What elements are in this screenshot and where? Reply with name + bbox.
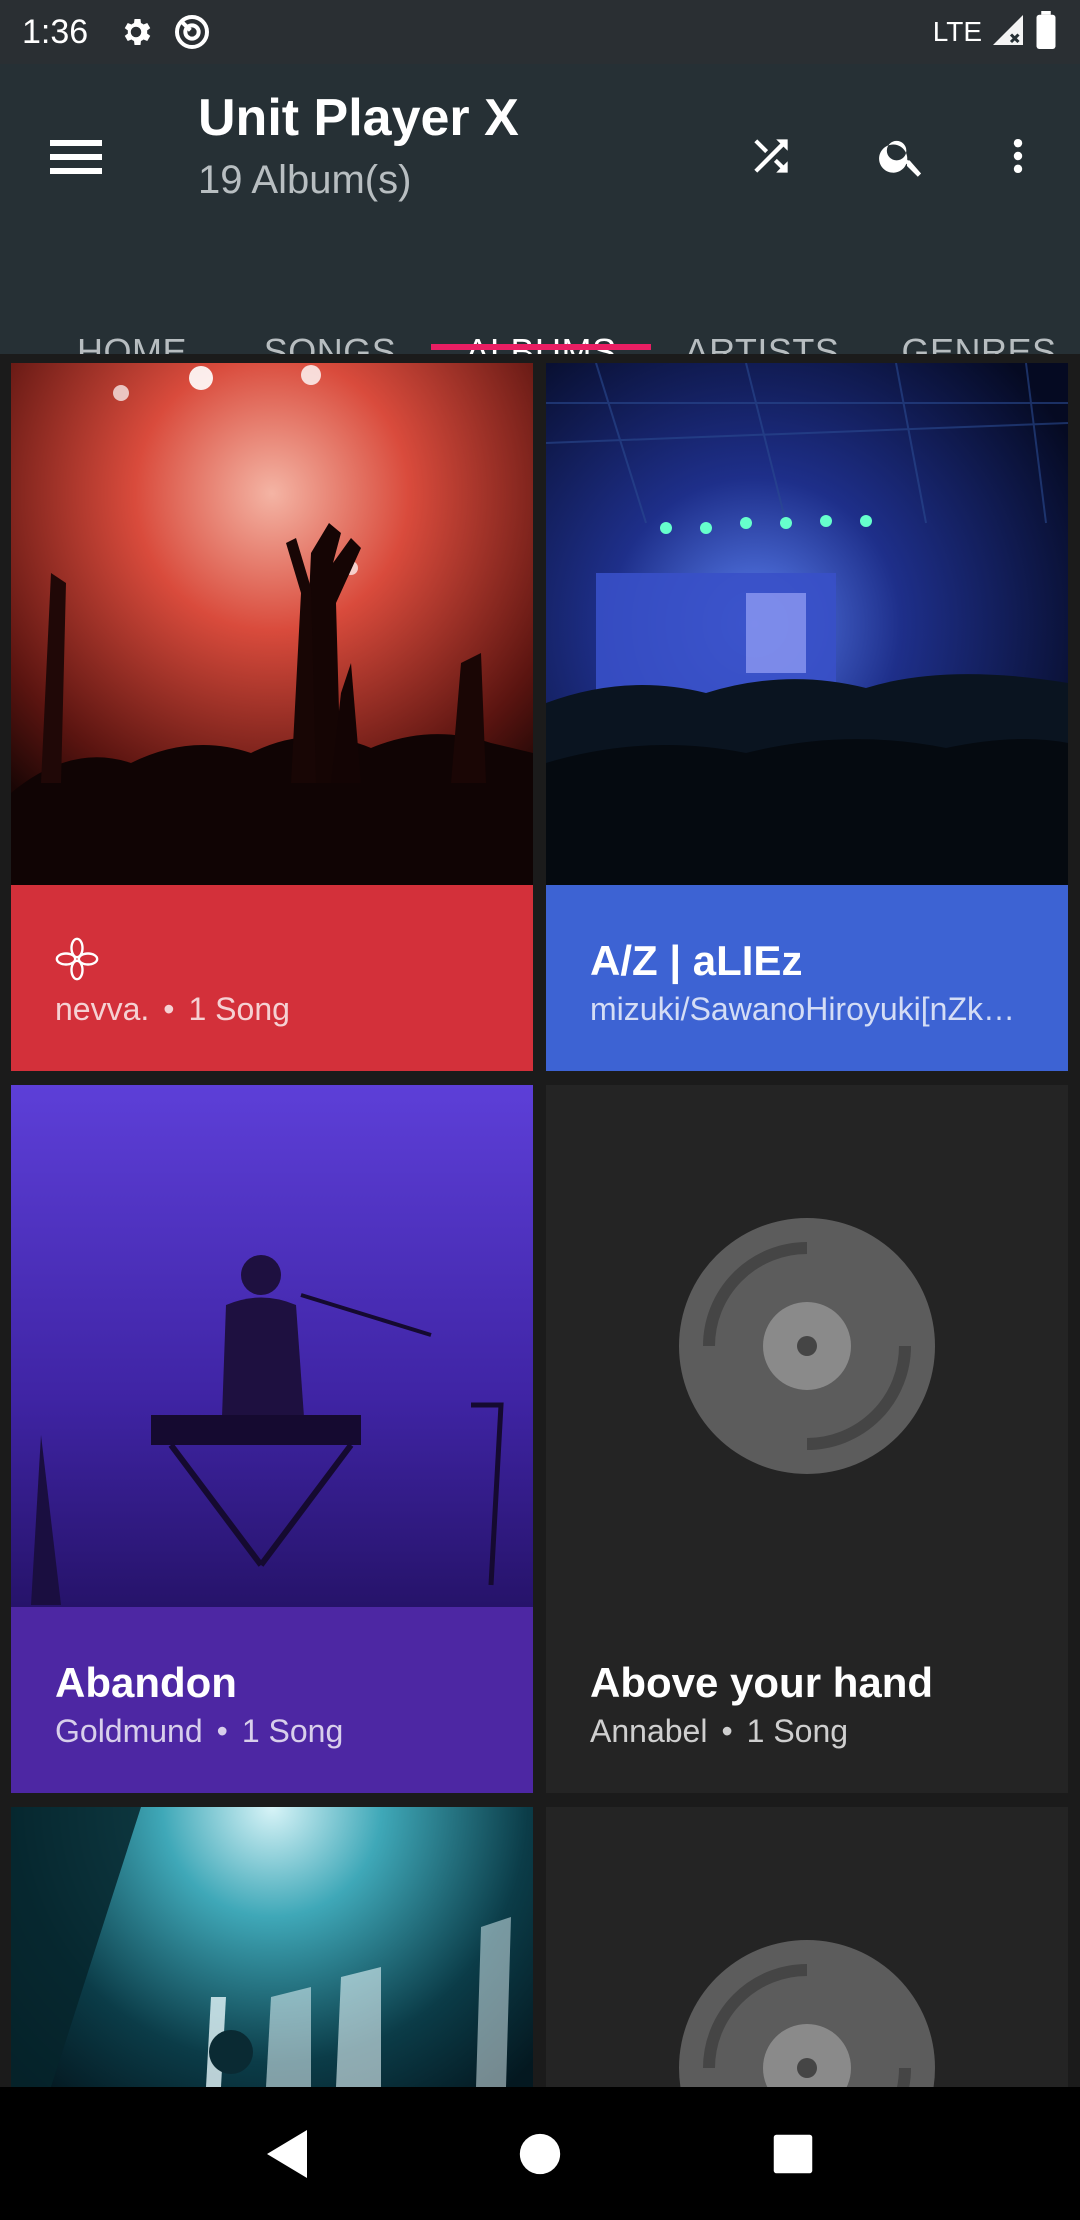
flower-icon bbox=[55, 937, 99, 981]
shuffle-icon bbox=[754, 139, 788, 173]
more-options-button[interactable] bbox=[978, 116, 1058, 196]
album-artist: Annabel bbox=[590, 1713, 708, 1749]
status-time: 1:36 bbox=[22, 12, 89, 51]
album-card[interactable]: nevva. • 1 Song bbox=[11, 363, 533, 1071]
back-button[interactable] bbox=[247, 2114, 327, 2194]
search-button[interactable] bbox=[862, 116, 942, 196]
album-footer: nevva. • 1 Song bbox=[11, 885, 533, 1071]
album-song-count: 1 Song bbox=[188, 991, 290, 1027]
album-art-placeholder bbox=[546, 1085, 1068, 1607]
album-meta: Annabel • 1 Song bbox=[590, 1713, 849, 1749]
album-count: 19 Album(s) bbox=[198, 158, 412, 202]
album-card[interactable]: Above your hand Annabel • 1 Song bbox=[546, 1085, 1068, 1793]
status-right: LTE bbox=[932, 10, 1058, 54]
status-bar: 1:36 LTE bbox=[0, 0, 1080, 64]
album-artist: mizuki/SawanoHiroyuki[nZk… bbox=[590, 991, 1016, 1027]
album-card[interactable]: A/Z | aLIEz mizuki/SawanoHiroyuki[nZk… bbox=[546, 363, 1068, 1071]
system-nav-bar bbox=[0, 2087, 1080, 2220]
home-icon bbox=[519, 2133, 561, 2174]
album-meta: Goldmund • 1 Song bbox=[55, 1713, 344, 1749]
search-icon bbox=[879, 140, 922, 177]
disc-icon bbox=[679, 1940, 935, 2087]
signal-icon bbox=[990, 12, 1026, 53]
album-art bbox=[11, 363, 533, 885]
album-song-count: 1 Song bbox=[241, 1713, 344, 1749]
album-title-icon bbox=[55, 937, 99, 991]
album-footer: Abandon Goldmund • 1 Song bbox=[11, 1607, 533, 1793]
settings-icon bbox=[118, 14, 154, 50]
more-vert-icon bbox=[1013, 138, 1023, 174]
recents-icon bbox=[774, 2134, 813, 2173]
disc-icon bbox=[679, 1218, 935, 1474]
shuffle-button[interactable] bbox=[731, 116, 811, 196]
album-art-placeholder bbox=[546, 1807, 1068, 2087]
album-title: A/Z | aLIEz bbox=[590, 937, 803, 984]
album-grid: nevva. • 1 Song A/Z | aLIEz mizuki/Sawan… bbox=[0, 354, 1080, 2087]
title-block: Unit Player X 19 Album(s) bbox=[198, 86, 519, 206]
album-art bbox=[11, 1085, 533, 1607]
album-artist: Goldmund bbox=[55, 1713, 203, 1749]
album-artist: nevva. bbox=[55, 991, 150, 1027]
album-title: Abandon bbox=[55, 1659, 237, 1706]
album-song-count: 1 Song bbox=[746, 1713, 849, 1749]
album-card[interactable] bbox=[11, 1807, 533, 2087]
tab-indicator bbox=[431, 344, 651, 350]
album-card[interactable] bbox=[546, 1807, 1068, 2087]
menu-icon bbox=[50, 140, 102, 174]
network-label: LTE bbox=[932, 16, 982, 47]
album-title: Above your hand bbox=[590, 1659, 934, 1706]
album-art bbox=[546, 363, 1068, 885]
menu-button[interactable] bbox=[36, 116, 116, 196]
recents-button[interactable] bbox=[753, 2114, 833, 2194]
album-footer: Above your hand Annabel • 1 Song bbox=[546, 1607, 1068, 1793]
home-button[interactable] bbox=[500, 2114, 580, 2194]
battery-icon bbox=[1034, 10, 1058, 54]
album-footer: A/Z | aLIEz mizuki/SawanoHiroyuki[nZk… bbox=[546, 885, 1068, 1071]
back-icon bbox=[266, 2129, 307, 2178]
album-card[interactable]: Abandon Goldmund • 1 Song bbox=[11, 1085, 533, 1793]
album-meta: nevva. • 1 Song bbox=[55, 991, 290, 1027]
data-saver-icon bbox=[172, 12, 212, 52]
app-title: Unit Player X bbox=[198, 89, 519, 147]
album-art bbox=[11, 1807, 533, 2087]
app-bar: Unit Player X 19 Album(s) HOME SONGS ALB… bbox=[0, 64, 1080, 372]
